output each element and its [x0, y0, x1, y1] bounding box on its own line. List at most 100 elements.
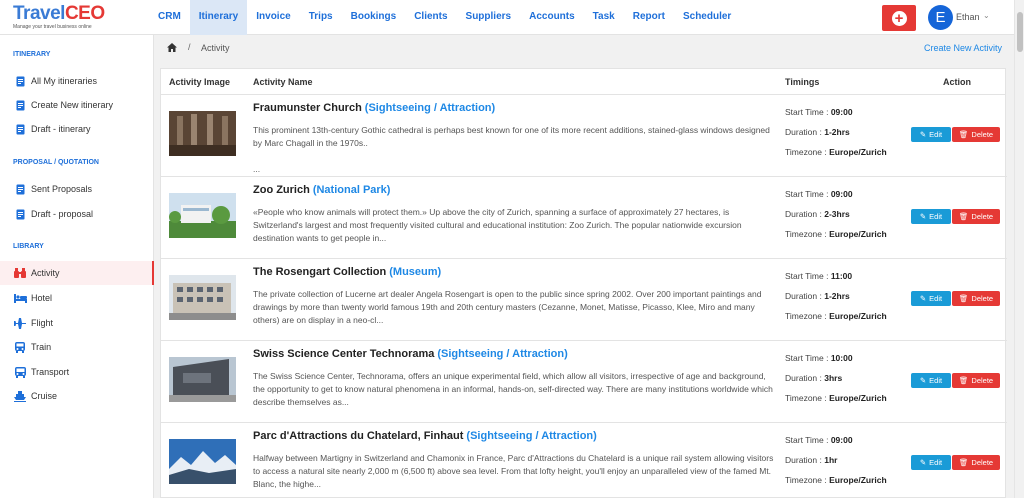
edit-label: Edit — [929, 212, 943, 221]
activity-name[interactable]: Fraumunster Church (Sightseeing / Attract… — [253, 102, 495, 114]
sidebar-item-create-itinerary[interactable]: Create New itinerary — [0, 93, 154, 117]
activity-description-text: This prominent 13th-century Gothic cathe… — [253, 125, 770, 148]
sidebar-item-label: All My itineraries — [31, 76, 98, 86]
start-time-value: 09:00 — [830, 107, 853, 117]
create-new-activity-link[interactable]: Create New Activity — [924, 43, 1002, 53]
start-time: Start Time : 11:00 — [785, 271, 852, 281]
nav-trips[interactable]: Trips — [300, 0, 342, 35]
page-scrollbar[interactable] — [1014, 0, 1024, 498]
nav-report[interactable]: Report — [624, 0, 674, 35]
start-time-value: 09:00 — [830, 189, 853, 199]
user-name[interactable]: Ethan — [956, 12, 980, 22]
sidebar-item-activity[interactable]: Activity — [0, 261, 154, 285]
duration-value: 3hrs — [824, 373, 843, 383]
sidebar-item-draft-itinerary[interactable]: Draft - itinerary — [0, 117, 154, 141]
nav-crm[interactable]: CRM — [149, 0, 190, 35]
start-time-value: 09:00 — [830, 435, 853, 445]
delete-button[interactable]: 🗑 Delete — [952, 455, 1000, 470]
sidebar-section-itinerary: ITINERARY — [13, 51, 51, 58]
sidebar-item-sent-proposals[interactable]: Sent Proposals — [0, 177, 154, 201]
duration: Duration : 1hr — [785, 455, 837, 465]
home-icon[interactable] — [167, 43, 177, 54]
scrollbar-thumb[interactable] — [1017, 12, 1023, 52]
timezone-value: Europe/Zurich — [829, 311, 887, 321]
nav-bookings[interactable]: Bookings — [342, 0, 406, 35]
start-time: Start Time : 10:00 — [785, 353, 853, 363]
timezone: Timezone : Europe/Zurich — [785, 147, 887, 157]
sidebar-item-train[interactable]: Train — [0, 335, 154, 359]
edit-label: Edit — [929, 376, 943, 385]
nav-invoice[interactable]: Invoice — [247, 0, 299, 35]
duration-value: 1-2hrs — [824, 291, 850, 301]
duration-value: 1-2hrs — [824, 127, 850, 137]
sidebar-section-proposal: PROPOSAL / QUOTATION — [13, 159, 99, 166]
sidebar-item-draft-proposal[interactable]: Draft - proposal — [0, 202, 154, 226]
duration: Duration : 2-3hrs — [785, 209, 850, 219]
nav-accounts[interactable]: Accounts — [520, 0, 584, 35]
duration-value: 1hr — [824, 455, 838, 465]
delete-button[interactable]: 🗑 Delete — [952, 373, 1000, 388]
sidebar-item-all-itineraries[interactable]: All My itineraries — [0, 69, 154, 93]
nav-itinerary[interactable]: Itinerary — [189, 0, 248, 35]
sidebar-item-flight[interactable]: Flight — [0, 311, 154, 335]
activity-description: Halfway between Martigny in Switzerland … — [253, 452, 778, 491]
edit-label: Edit — [929, 294, 943, 303]
delete-button[interactable]: 🗑 Delete — [952, 127, 1000, 142]
edit-button[interactable]: ✎ Edit — [911, 455, 951, 470]
sidebar-item-transport[interactable]: Transport — [0, 360, 154, 384]
sidebar-section-library: LIBRARY — [13, 243, 44, 250]
delete-button[interactable]: 🗑 Delete — [952, 291, 1000, 306]
activity-name[interactable]: Swiss Science Center Technorama (Sightsee… — [253, 348, 568, 360]
activity-name[interactable]: Parc d'Attractions du Chatelard, Finhaut… — [253, 430, 597, 442]
duration-label: Duration : — [785, 373, 825, 383]
timezone-value: Europe/Zurich — [829, 229, 887, 239]
start-time-label: Start Time : — [785, 435, 831, 445]
delete-button[interactable]: 🗑 Delete — [952, 209, 1000, 224]
header-activity-image: Activity Image — [169, 77, 231, 87]
quick-add-button[interactable]: + — [882, 5, 916, 31]
sidebar-item-label: Hotel — [31, 293, 53, 303]
edit-button[interactable]: ✎ Edit — [911, 209, 951, 224]
activity-description: The private collection of Lucerne art de… — [253, 288, 778, 327]
bed-icon — [9, 293, 31, 303]
nav-clients[interactable]: Clients — [405, 0, 456, 35]
activity-title: Fraumunster Church — [253, 102, 362, 114]
timezone-label: Timezone : — [785, 147, 830, 157]
brand-logo[interactable]: TravelCEO Manage your travel business on… — [13, 3, 105, 31]
start-time: Start Time : 09:00 — [785, 107, 853, 117]
edit-label: Edit — [929, 130, 943, 139]
trash-icon: 🗑 — [958, 294, 969, 303]
duration-label: Duration : — [785, 209, 825, 219]
edit-button[interactable]: ✎ Edit — [911, 291, 951, 306]
table-row: Swiss Science Center Technorama (Sightsee… — [161, 341, 1007, 423]
pencil-icon: ✎ — [919, 130, 927, 139]
header-activity-name: Activity Name — [253, 77, 313, 87]
activity-name[interactable]: The Rosengart Collection (Museum) — [253, 266, 441, 278]
activity-title: Swiss Science Center Technorama — [253, 348, 435, 360]
table-header: Activity Image Activity Name Timings Act… — [161, 69, 1005, 95]
chevron-down-icon[interactable]: ⌄ — [983, 11, 990, 20]
nav-task[interactable]: Task — [584, 0, 624, 35]
avatar[interactable]: E — [928, 5, 953, 30]
brand-name-part2: CEO — [64, 3, 105, 24]
delete-label: Delete — [971, 130, 994, 139]
sidebar-item-cruise[interactable]: Cruise — [0, 384, 154, 408]
breadcrumb-separator: / — [188, 42, 191, 52]
start-time: Start Time : 09:00 — [785, 189, 853, 199]
header-timings: Timings — [785, 77, 820, 87]
activity-title: Zoo Zurich — [253, 184, 310, 196]
edit-button[interactable]: ✎ Edit — [911, 373, 951, 388]
duration-label: Duration : — [785, 127, 825, 137]
activity-description-text: The private collection of Lucerne art de… — [253, 289, 762, 325]
ship-icon — [9, 390, 31, 402]
sidebar-item-hotel[interactable]: Hotel — [0, 286, 154, 310]
sidebar-item-label: Transport — [31, 367, 70, 377]
nav-scheduler[interactable]: Scheduler — [674, 0, 740, 35]
timezone-value: Europe/Zurich — [829, 393, 887, 403]
activity-name[interactable]: Zoo Zurich (National Park) — [253, 184, 390, 196]
activity-image — [169, 439, 236, 484]
edit-button[interactable]: ✎ Edit — [911, 127, 951, 142]
duration: Duration : 1-2hrs — [785, 127, 850, 137]
nav-suppliers[interactable]: Suppliers — [457, 0, 521, 35]
trash-icon: 🗑 — [958, 130, 969, 139]
